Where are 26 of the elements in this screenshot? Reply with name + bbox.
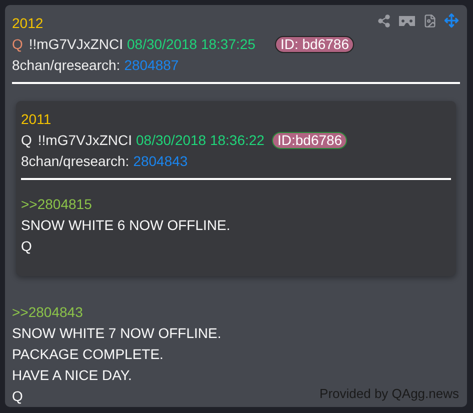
share-icon[interactable]: [377, 14, 391, 28]
board-name: 8chan/qresearch:: [21, 152, 130, 171]
message-line: PACKAGE COMPLETE.: [12, 345, 164, 364]
author-name: Q: [21, 131, 32, 150]
message-line: SNOW WHITE 6 NOW OFFLINE.: [21, 216, 230, 235]
message-line: HAVE A NICE DAY.: [12, 366, 132, 385]
timestamp: 08/30/2018 18:37:25: [127, 35, 256, 54]
post-link[interactable]: 2804887: [124, 55, 179, 76]
message-line: Q: [21, 237, 32, 256]
message-line: Q: [12, 387, 23, 406]
goggles-icon[interactable]: [398, 14, 416, 26]
move-icon[interactable]: [444, 13, 459, 28]
message-line: SNOW WHITE 7 NOW OFFLINE.: [12, 324, 222, 343]
id-badge: ID:bd6786: [272, 132, 348, 149]
file-image-icon[interactable]: [423, 14, 437, 28]
reply-link[interactable]: >>2804843: [12, 302, 83, 323]
timestamp: 08/30/2018 18:36:22: [136, 131, 264, 150]
post-number: 2012: [12, 14, 44, 33]
id-badge: ID: bd6786: [275, 36, 354, 53]
tripcode: !!mG7VJxZNCI: [38, 131, 132, 150]
tripcode: !!mG7VJxZNCI: [28, 35, 124, 54]
author-name: Q: [12, 35, 23, 54]
board-name: 8chan/qresearch:: [12, 56, 120, 75]
post-link[interactable]: 2804843: [133, 151, 188, 172]
reply-link[interactable]: >>2804815: [21, 194, 92, 215]
post-number: 2011: [21, 110, 52, 129]
